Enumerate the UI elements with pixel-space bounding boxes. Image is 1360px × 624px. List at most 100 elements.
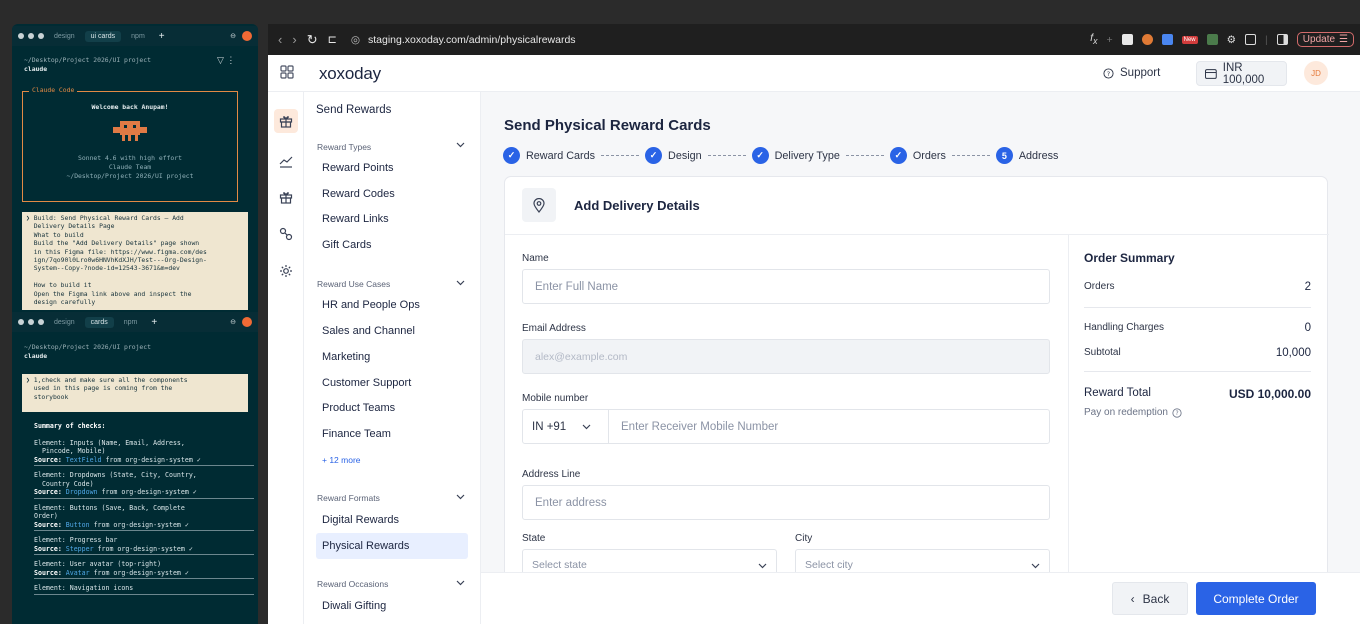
complete-order-button[interactable]: Complete Order xyxy=(1196,582,1316,615)
screenshot-ext-icon[interactable] xyxy=(1245,34,1257,45)
rail-gift-icon[interactable] xyxy=(274,185,298,209)
back-button[interactable]: ‹ Back xyxy=(1112,582,1188,615)
step-label[interactable]: Design xyxy=(668,150,702,162)
terminal-tab-active[interactable]: ui cards xyxy=(84,30,122,42)
group-reward-use-cases[interactable]: Reward Use Cases xyxy=(317,279,390,289)
formula-ext-icon[interactable]: fx xyxy=(1090,32,1097,46)
wallet-balance[interactable]: INR 100,000 xyxy=(1196,61,1287,86)
update-button[interactable]: Update ☰ xyxy=(1296,32,1354,47)
nav-digital-rewards[interactable]: Digital Rewards xyxy=(322,514,399,526)
puzzle-icon[interactable]: ⚙ xyxy=(1227,34,1236,46)
card-header: Add Delivery Details xyxy=(505,177,1329,235)
step-label[interactable]: Orders xyxy=(913,150,946,162)
nav-more-link[interactable]: + 12 more xyxy=(322,455,361,465)
bug-ext-icon[interactable] xyxy=(1141,34,1153,45)
nav-physical-rewards[interactable]: Physical Rewards xyxy=(322,540,409,552)
chevron-down-icon xyxy=(1031,563,1040,569)
group-reward-occasions[interactable]: Reward Occasions xyxy=(317,579,388,589)
nav-hr-people-ops[interactable]: HR and People Ops xyxy=(322,299,420,311)
check-element: Element: Navigation icons xyxy=(34,584,134,592)
nav-sales-channel[interactable]: Sales and Channel xyxy=(322,325,415,337)
bookmark-icon[interactable]: ⊏ xyxy=(328,33,337,46)
terminal-path-2: ~/Desktop/Project 2026/UI project claude xyxy=(24,343,151,360)
support-link[interactable]: ? Support xyxy=(1103,67,1160,79)
chevron-down-icon xyxy=(582,424,591,429)
help-circle-icon: ? xyxy=(1103,67,1114,79)
nav-reward-points[interactable]: Reward Points xyxy=(322,162,394,174)
nav-reward-codes[interactable]: Reward Codes xyxy=(322,188,395,200)
nav-diwali-gifting[interactable]: Diwali Gifting xyxy=(322,600,386,612)
rail-settings-icon[interactable] xyxy=(274,259,298,283)
check-element: Element: Progress bar xyxy=(34,536,118,544)
step-label[interactable]: Reward Cards xyxy=(526,150,595,162)
column-divider xyxy=(1068,235,1069,624)
blue-ext-icon[interactable] xyxy=(1161,34,1173,45)
back-arrow-icon[interactable]: ‹ xyxy=(278,32,282,47)
rail-link-icon[interactable] xyxy=(274,222,298,246)
chevron-down-icon[interactable] xyxy=(456,580,465,586)
window-max-dot[interactable] xyxy=(38,33,44,39)
mobile-input[interactable]: Enter Receiver Mobile Number xyxy=(621,421,778,433)
check-entry: Element: Progress bar Source: Stepper fro… xyxy=(34,536,254,555)
chevron-down-icon xyxy=(758,563,767,569)
window-min-dot[interactable] xyxy=(28,33,34,39)
window-dot[interactable] xyxy=(28,319,34,325)
country-code-dropdown[interactable]: IN +91 xyxy=(523,410,609,443)
check-element: Element: Buttons (Save, Back, Complete O… xyxy=(34,503,185,521)
step-check-icon: ✓ xyxy=(645,147,663,164)
step-label[interactable]: Delivery Type xyxy=(775,150,840,162)
new-tab-icon[interactable]: + xyxy=(151,317,157,328)
forward-arrow-icon[interactable]: › xyxy=(292,32,296,47)
send-rewards-heading[interactable]: Send Rewards xyxy=(316,104,391,116)
group-reward-formats[interactable]: Reward Formats xyxy=(317,493,380,503)
address-label: Address Line xyxy=(522,469,581,480)
terminal-tab-active[interactable]: cards xyxy=(84,316,114,328)
claude-code-welcome-box: Claude Code Welcome back Anupam! Sonnet … xyxy=(22,86,238,202)
address-bar[interactable]: staging.xoxoday.com/admin/physicalreward… xyxy=(368,34,576,46)
user-avatar[interactable]: JD xyxy=(1304,61,1328,85)
new-tab-icon[interactable]: + xyxy=(159,31,165,42)
terminal-tab[interactable]: npm xyxy=(118,317,144,328)
sidebar-toggle-icon[interactable] xyxy=(1276,34,1288,45)
xoxoday-logo[interactable]: xoxoday xyxy=(319,64,381,84)
rail-analytics-icon[interactable] xyxy=(274,149,298,173)
group-reward-types[interactable]: Reward Types xyxy=(317,142,371,152)
claude-icon xyxy=(242,317,252,327)
ruler-ext-icon[interactable]: + xyxy=(1106,34,1112,46)
menu-icon: ☰ xyxy=(1339,34,1348,45)
step-label-current[interactable]: Address xyxy=(1019,150,1059,162)
nav-finance-team[interactable]: Finance Team xyxy=(322,428,391,440)
nav-gift-cards[interactable]: Gift Cards xyxy=(322,239,372,251)
icon-rail xyxy=(268,92,304,624)
name-input[interactable]: Enter Full Name xyxy=(522,269,1050,304)
nav-marketing[interactable]: Marketing xyxy=(322,351,370,363)
note-ext-icon[interactable] xyxy=(1121,34,1133,45)
terminal-tab[interactable]: design xyxy=(48,31,81,42)
nav-customer-support[interactable]: Customer Support xyxy=(322,377,411,389)
window-dot[interactable] xyxy=(18,319,24,325)
chevron-down-icon[interactable] xyxy=(456,280,465,286)
terminal-tab[interactable]: npm xyxy=(125,31,151,42)
chevron-down-icon[interactable] xyxy=(456,494,465,500)
new-ext-badge[interactable]: New xyxy=(1181,35,1198,44)
email-label: Email Address xyxy=(522,323,586,334)
window-dot[interactable] xyxy=(38,319,44,325)
address-input[interactable]: Enter address xyxy=(522,485,1050,520)
email-input[interactable]: alex@example.com xyxy=(522,339,1050,374)
reload-icon[interactable]: ↻ xyxy=(307,32,318,48)
help-circle-icon[interactable]: ? xyxy=(1172,407,1182,418)
terminal-path: ~/Desktop/Project 2026/UI project claude xyxy=(24,56,151,73)
site-info-icon[interactable]: ◎ xyxy=(351,34,360,46)
terminal-window: design ui cards npm + ⊖ ~/Desktop/Projec… xyxy=(12,24,258,624)
rail-gift-icon-active[interactable] xyxy=(274,109,298,133)
filter-icon[interactable]: ▽ ⋮ xyxy=(217,55,235,66)
nav-reward-links[interactable]: Reward Links xyxy=(322,213,389,225)
window-close-dot[interactable] xyxy=(18,33,24,39)
terminal-tab[interactable]: design xyxy=(48,317,81,328)
chevron-down-icon[interactable] xyxy=(456,142,465,148)
app-grid-icon[interactable] xyxy=(280,65,294,79)
nav-product-teams[interactable]: Product Teams xyxy=(322,402,395,414)
step-connector xyxy=(601,155,640,156)
save-ext-icon[interactable] xyxy=(1206,34,1218,45)
check-element: Element: Inputs (Name, Email, Address, P… xyxy=(34,438,185,456)
